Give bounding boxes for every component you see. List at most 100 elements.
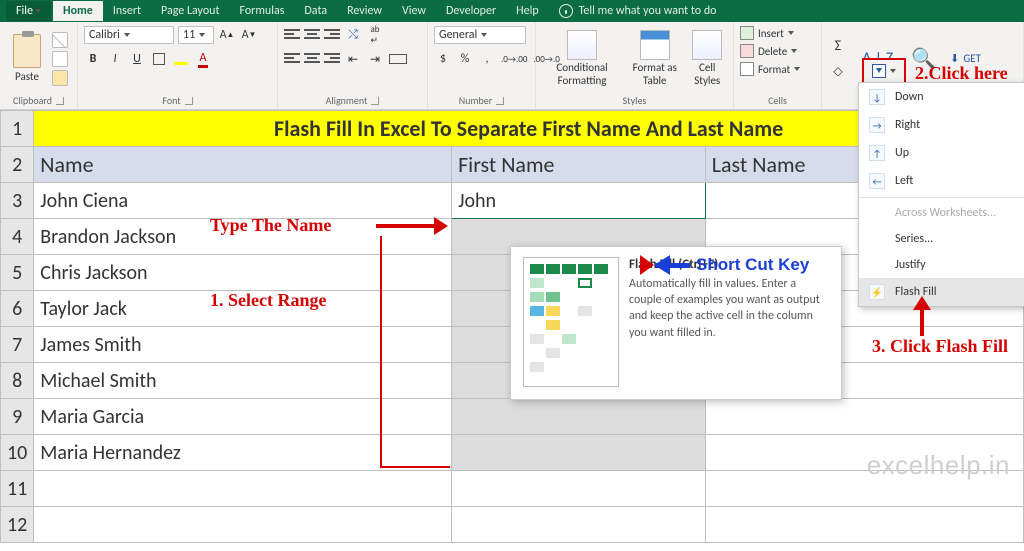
cell-A12[interactable] xyxy=(34,507,452,543)
dialog-launcher-icon[interactable] xyxy=(56,97,64,105)
align-center-icon[interactable] xyxy=(304,53,320,65)
tab-formulas[interactable]: Formulas xyxy=(229,1,294,21)
fill-menu-right[interactable]: →Right xyxy=(859,111,1024,139)
file-tab[interactable]: File xyxy=(6,1,51,21)
tab-insert[interactable]: Insert xyxy=(103,1,151,21)
row-header-1[interactable]: 1 xyxy=(1,111,34,147)
cell-B10[interactable] xyxy=(452,435,706,471)
merge-center-icon[interactable] xyxy=(388,50,408,68)
bold-button[interactable]: B xyxy=(84,50,102,68)
cell-A9[interactable]: Maria Garcia xyxy=(34,399,452,435)
cell-B11[interactable] xyxy=(452,471,706,507)
increase-decimal-icon[interactable]: .0→.00 xyxy=(500,50,528,68)
row-header-5[interactable]: 5 xyxy=(1,255,34,291)
fill-menu-justify[interactable]: Justify xyxy=(859,252,1024,278)
cell-B12[interactable] xyxy=(452,507,706,543)
flash-fill-icon: ⚡ xyxy=(869,284,885,300)
annotation-click-here: 2.Click here xyxy=(915,63,1008,84)
accounting-format-icon[interactable]: $ xyxy=(434,50,452,68)
cell-B2-header[interactable]: First Name xyxy=(452,147,706,183)
number-format-select[interactable]: General xyxy=(434,26,526,44)
row-header-12[interactable]: 12 xyxy=(1,507,34,543)
align-left-icon[interactable] xyxy=(284,53,300,65)
cell-A11[interactable] xyxy=(34,471,452,507)
row-header-3[interactable]: 3 xyxy=(1,183,34,219)
insert-cells-button[interactable]: Insert xyxy=(740,26,794,40)
font-color-button[interactable]: A xyxy=(194,50,212,68)
tab-data[interactable]: Data xyxy=(294,1,337,21)
row-header-2[interactable]: 2 xyxy=(1,147,34,183)
tab-help[interactable]: Help xyxy=(506,1,549,21)
row-header-9[interactable]: 9 xyxy=(1,399,34,435)
cell-A8[interactable]: Michael Smith xyxy=(34,363,452,399)
row-header-7[interactable]: 7 xyxy=(1,327,34,363)
row-header-4[interactable]: 4 xyxy=(1,219,34,255)
dialog-launcher-icon[interactable] xyxy=(496,97,504,105)
fill-split-button[interactable] xyxy=(862,58,906,84)
align-bottom-icon[interactable] xyxy=(324,29,340,41)
fill-menu-left[interactable]: ←Left xyxy=(859,167,1024,195)
align-middle-icon[interactable] xyxy=(304,29,320,41)
cell-styles-button[interactable]: Cell Styles xyxy=(687,28,727,88)
dialog-launcher-icon[interactable] xyxy=(371,97,379,105)
tab-developer[interactable]: Developer xyxy=(436,1,506,21)
comma-format-icon[interactable]: , xyxy=(478,50,496,68)
delete-cells-button[interactable]: Delete xyxy=(740,44,797,58)
cell-B3[interactable]: John xyxy=(452,183,706,219)
paste-button[interactable]: Paste xyxy=(6,34,48,83)
cell-A7[interactable]: James Smith xyxy=(34,327,452,363)
percent-format-icon[interactable]: % xyxy=(456,50,474,68)
fill-menu-flash-fill[interactable]: ⚡Flash Fill xyxy=(859,278,1024,306)
align-top-icon[interactable] xyxy=(284,29,300,41)
fill-menu-up[interactable]: ↑Up xyxy=(859,139,1024,167)
annotation-arrow-type-name xyxy=(376,224,434,228)
decrease-indent-icon[interactable]: ⇤ xyxy=(344,50,362,68)
tab-page-layout[interactable]: Page Layout xyxy=(151,1,229,21)
orientation-icon[interactable]: ⤭ xyxy=(344,26,362,44)
tab-view[interactable]: View xyxy=(392,1,436,21)
clear-button[interactable]: ◇ xyxy=(828,63,848,81)
row-header-8[interactable]: 8 xyxy=(1,363,34,399)
cell-A3[interactable]: John Ciena xyxy=(34,183,452,219)
tell-me-search[interactable]: Tell me what you want to do xyxy=(559,4,717,18)
copy-icon[interactable] xyxy=(52,51,68,67)
font-size-select[interactable]: 11 xyxy=(178,26,214,44)
tab-review[interactable]: Review xyxy=(337,1,392,21)
autosum-button[interactable]: Σ xyxy=(828,37,848,55)
row-header-6[interactable]: 6 xyxy=(1,291,34,327)
align-right-icon[interactable] xyxy=(324,53,340,65)
insert-icon xyxy=(740,26,754,40)
group-cells: Insert Delete Format Cells xyxy=(734,22,822,109)
row-header-11[interactable]: 11 xyxy=(1,471,34,507)
format-cells-button[interactable]: Format xyxy=(740,62,800,76)
cell-A2-header[interactable]: Name xyxy=(34,147,452,183)
increase-font-icon[interactable]: A▲ xyxy=(218,26,236,44)
cell-A5[interactable]: Chris Jackson xyxy=(34,255,452,291)
format-painter-icon[interactable] xyxy=(52,70,68,86)
border-button[interactable] xyxy=(150,50,168,68)
paste-label: Paste xyxy=(15,70,39,83)
format-as-table-button[interactable]: Format as Table xyxy=(626,28,683,88)
cell-C12[interactable] xyxy=(705,507,1023,543)
cell-B9[interactable] xyxy=(452,399,706,435)
annotation-click-flash-fill: 3. Click Flash Fill xyxy=(872,336,1012,358)
cell-C9[interactable] xyxy=(705,399,1023,435)
italic-button[interactable]: I xyxy=(106,50,124,68)
fill-color-button[interactable] xyxy=(172,50,190,68)
dialog-launcher-icon[interactable] xyxy=(185,97,193,105)
decrease-font-icon[interactable]: A▼ xyxy=(240,26,258,44)
file-tab-dropdown-icon xyxy=(35,9,41,13)
title-bar: File Home Insert Page Layout Formulas Da… xyxy=(0,0,1024,22)
row-header-10[interactable]: 10 xyxy=(1,435,34,471)
font-name-select[interactable]: Calibri xyxy=(84,26,174,44)
fill-dropdown-icon xyxy=(890,69,896,73)
fill-menu-series[interactable]: Series... xyxy=(859,226,1024,252)
fill-menu-down[interactable]: ↓Down xyxy=(859,83,1024,111)
increase-indent-icon[interactable]: ⇥ xyxy=(366,50,384,68)
annotation-select-range-line-v xyxy=(380,236,382,468)
wrap-text-icon[interactable]: ab↵ xyxy=(366,26,384,44)
cut-icon[interactable] xyxy=(52,32,68,48)
conditional-formatting-button[interactable]: Conditional Formatting xyxy=(542,28,622,88)
tab-home[interactable]: Home xyxy=(53,1,103,21)
underline-button[interactable]: U xyxy=(128,50,146,68)
